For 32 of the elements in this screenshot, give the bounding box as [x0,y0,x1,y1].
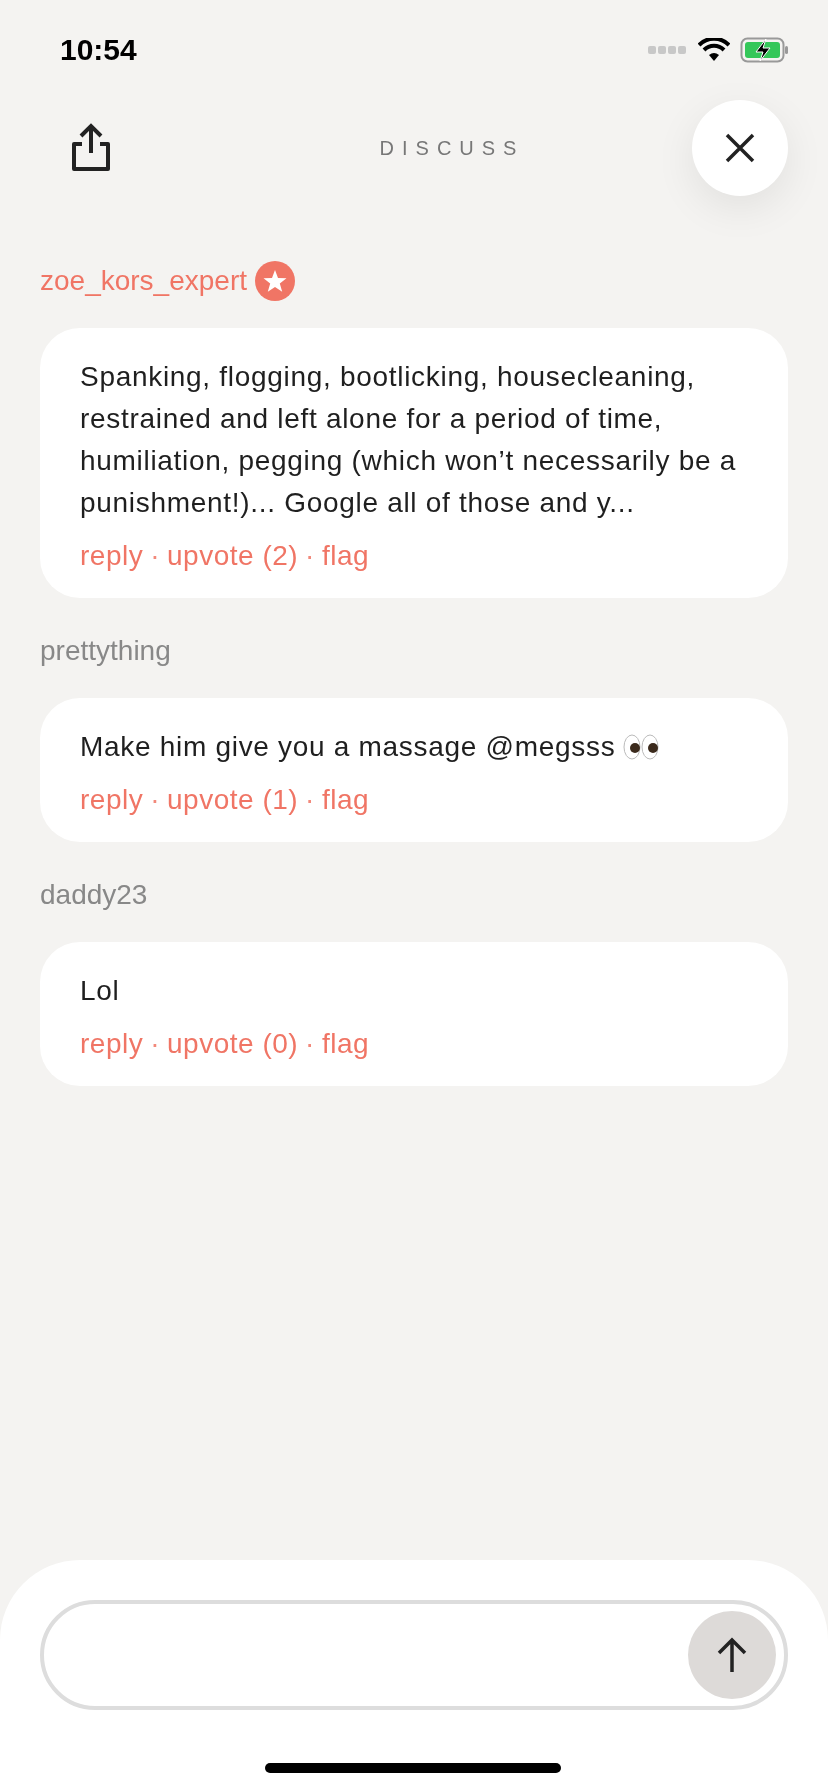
send-button[interactable] [688,1611,776,1699]
author-name[interactable]: prettything [40,635,171,667]
separator-dot: · [150,1028,161,1060]
author-name[interactable]: daddy23 [40,879,148,911]
author-name[interactable]: zoe_kors_expert [40,265,247,297]
action-link[interactable]: flag [321,784,370,816]
comment-input-field[interactable] [40,1600,788,1710]
separator-dot: · [150,784,161,816]
share-button[interactable] [70,123,112,173]
battery-charging-icon [740,37,790,63]
status-time: 10:54 [60,33,137,67]
action-link[interactable]: upvote (1) [167,784,299,816]
comment-text: Lol [80,974,121,1008]
wifi-icon [698,38,730,62]
comment-text: Spanking, flogging, bootlicking, housecleaning, restrained and left alone for a period of time, humiliation, pegging (which won’t necessarily be a punishment!)... Google all of those and y... [80,360,737,520]
share-icon [70,123,112,173]
action-link[interactable]: flag [321,1028,370,1060]
action-link[interactable]: reply [80,784,144,816]
separator-dot: · [305,1028,315,1060]
action-link[interactable]: reply [80,540,144,572]
signal-icon [648,44,688,56]
screen-title: DISCUSS [379,136,525,160]
action-link[interactable]: upvote (2) [167,540,299,572]
arrow-up-icon [716,1637,748,1673]
comment-text: Make him give you a massage @megsss [80,726,758,768]
action-link[interactable]: flag [321,540,370,572]
separator-dot: · [305,784,315,816]
separator-dot: · [305,540,315,572]
close-icon [724,132,756,164]
action-link[interactable]: reply [80,1028,144,1060]
separator-dot: · [150,540,161,572]
action-link[interactable]: upvote (0) [167,1028,299,1060]
